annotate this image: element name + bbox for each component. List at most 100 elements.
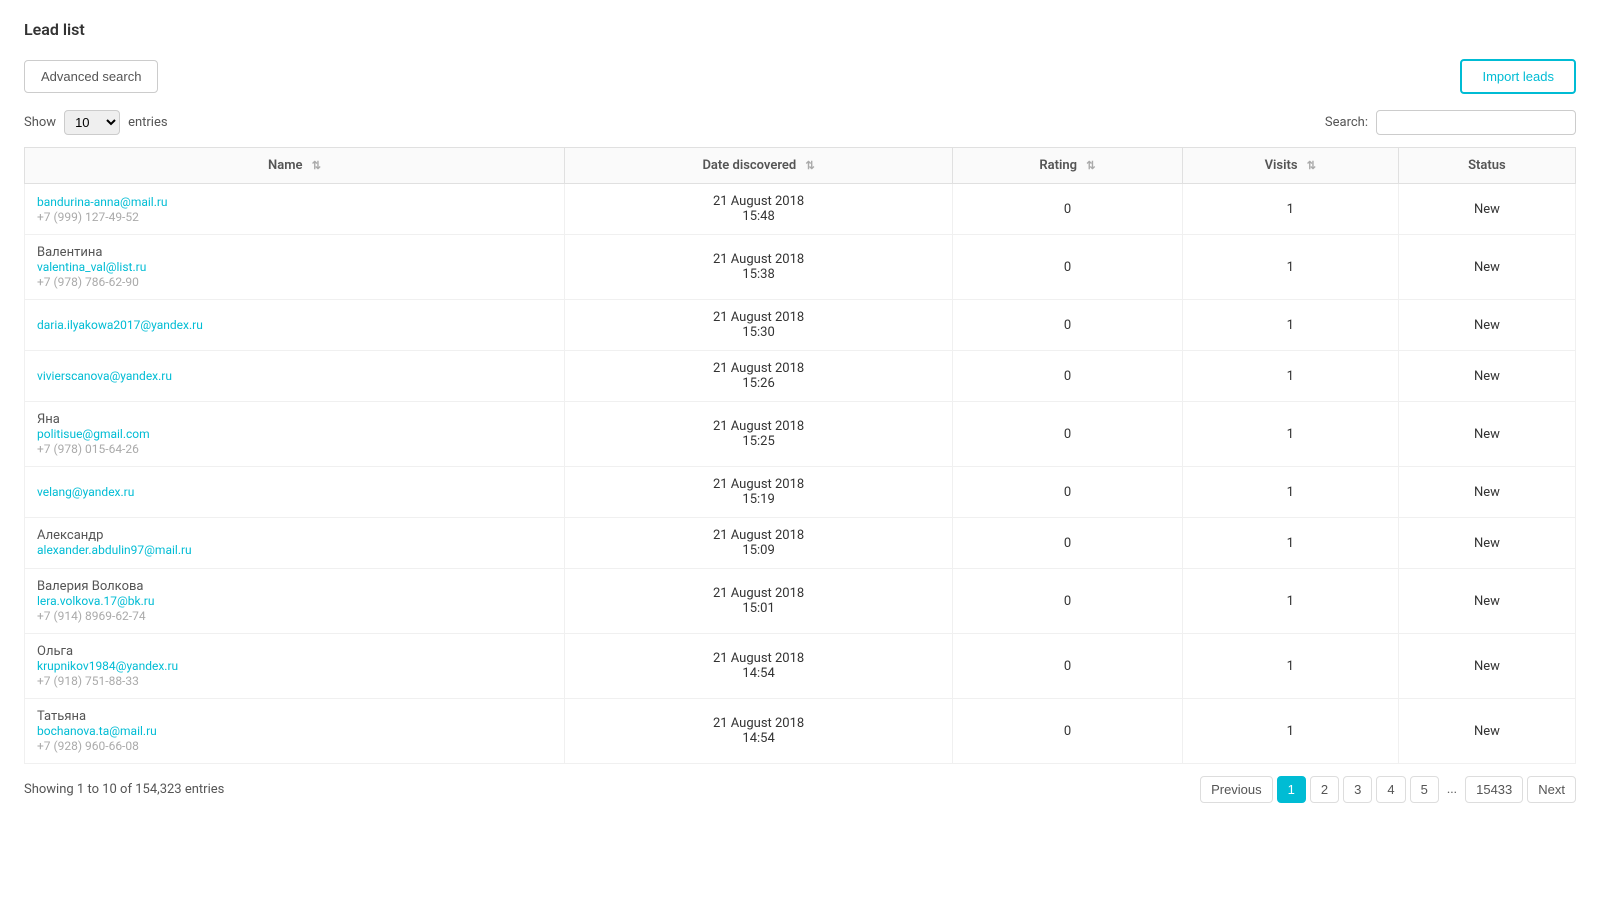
- import-leads-button[interactable]: Import leads: [1460, 59, 1576, 94]
- cell-date-7: 21 August 201815:01: [564, 569, 952, 634]
- cell-date-3: 21 August 201815:26: [564, 351, 952, 402]
- table-row[interactable]: bandurina-anna@mail.ru+7 (999) 127-49-52…: [25, 184, 1576, 235]
- table-row[interactable]: Янаpolitisue@gmail.com+7 (978) 015-64-26…: [25, 402, 1576, 467]
- table-row[interactable]: Валерия Волковаlera.volkova.17@bk.ru+7 (…: [25, 569, 1576, 634]
- search-input[interactable]: [1376, 110, 1576, 135]
- cell-rating-4: 0: [953, 402, 1183, 467]
- lead-email[interactable]: vivierscanova@yandex.ru: [37, 369, 172, 383]
- pagination-next[interactable]: Next: [1527, 776, 1576, 803]
- lead-email[interactable]: bandurina-anna@mail.ru: [37, 195, 168, 209]
- cell-date-9: 21 August 201814:54: [564, 699, 952, 764]
- lead-name: Татьяна: [37, 709, 552, 724]
- table-row[interactable]: Валентинаvalentina_val@list.ru+7 (978) 7…: [25, 235, 1576, 300]
- lead-email[interactable]: politisue@gmail.com: [37, 427, 150, 441]
- cell-visits-1: 1: [1182, 235, 1398, 300]
- entries-per-page-select[interactable]: 10 25 50 100: [64, 110, 120, 135]
- entries-label: entries: [128, 115, 168, 130]
- cell-status-2: New: [1398, 300, 1575, 351]
- cell-status-3: New: [1398, 351, 1575, 402]
- col-name[interactable]: Name ⇅: [25, 148, 565, 184]
- cell-name-5: velang@yandex.ru: [25, 467, 565, 518]
- cell-rating-2: 0: [953, 300, 1183, 351]
- col-rating[interactable]: Rating ⇅: [953, 148, 1183, 184]
- lead-name: Александр: [37, 528, 552, 543]
- pagination-last[interactable]: 15433: [1465, 776, 1523, 803]
- cell-rating-9: 0: [953, 699, 1183, 764]
- lead-name: Ольга: [37, 644, 552, 659]
- cell-visits-9: 1: [1182, 699, 1398, 764]
- table-row[interactable]: vivierscanova@yandex.ru 21 August 201815:…: [25, 351, 1576, 402]
- show-label: Show: [24, 115, 56, 130]
- col-status: Status: [1398, 148, 1575, 184]
- cell-date-6: 21 August 201815:09: [564, 518, 952, 569]
- sort-icon-visits: ⇅: [1307, 159, 1316, 172]
- lead-email[interactable]: bochanova.ta@mail.ru: [37, 724, 157, 738]
- cell-visits-8: 1: [1182, 634, 1398, 699]
- sort-icon-date: ⇅: [805, 159, 814, 172]
- cell-status-4: New: [1398, 402, 1575, 467]
- lead-email[interactable]: velang@yandex.ru: [37, 485, 134, 499]
- table-row[interactable]: daria.ilyakowa2017@yandex.ru 21 August 20…: [25, 300, 1576, 351]
- pagination-page-2[interactable]: 2: [1310, 776, 1339, 803]
- cell-name-4: Янаpolitisue@gmail.com+7 (978) 015-64-26: [25, 402, 565, 467]
- lead-phone: +7 (918) 751-88-33: [37, 674, 552, 688]
- cell-status-7: New: [1398, 569, 1575, 634]
- cell-status-6: New: [1398, 518, 1575, 569]
- advanced-search-button[interactable]: Advanced search: [24, 60, 158, 93]
- lead-phone: +7 (978) 015-64-26: [37, 442, 552, 456]
- cell-rating-5: 0: [953, 467, 1183, 518]
- cell-visits-2: 1: [1182, 300, 1398, 351]
- table-row[interactable]: Татьянаbochanova.ta@mail.ru+7 (928) 960-…: [25, 699, 1576, 764]
- cell-date-4: 21 August 201815:25: [564, 402, 952, 467]
- search-label: Search:: [1325, 115, 1368, 130]
- table-body: bandurina-anna@mail.ru+7 (999) 127-49-52…: [25, 184, 1576, 764]
- cell-rating-7: 0: [953, 569, 1183, 634]
- cell-date-1: 21 August 201815:38: [564, 235, 952, 300]
- pagination-page-4[interactable]: 4: [1376, 776, 1405, 803]
- cell-status-0: New: [1398, 184, 1575, 235]
- page-title: Lead list: [24, 20, 1576, 39]
- toolbar: Advanced search Import leads: [24, 59, 1576, 94]
- cell-rating-3: 0: [953, 351, 1183, 402]
- pagination-ellipsis: ...: [1443, 777, 1461, 802]
- lead-email[interactable]: lera.volkova.17@bk.ru: [37, 594, 154, 608]
- lead-name: Валентина: [37, 245, 552, 260]
- pagination-page-1[interactable]: 1: [1277, 776, 1306, 803]
- lead-email[interactable]: daria.ilyakowa2017@yandex.ru: [37, 318, 203, 332]
- cell-visits-5: 1: [1182, 467, 1398, 518]
- pagination: Previous 1 2 3 4 5 ... 15433 Next: [1200, 776, 1576, 803]
- cell-status-9: New: [1398, 699, 1575, 764]
- table-row[interactable]: Александрalexander.abdulin97@mail.ru 21 A…: [25, 518, 1576, 569]
- lead-phone: +7 (978) 786-62-90: [37, 275, 552, 289]
- pagination-page-5[interactable]: 5: [1410, 776, 1439, 803]
- lead-phone: +7 (928) 960-66-08: [37, 739, 552, 753]
- lead-email[interactable]: krupnikov1984@yandex.ru: [37, 659, 178, 673]
- cell-name-1: Валентинаvalentina_val@list.ru+7 (978) 7…: [25, 235, 565, 300]
- cell-visits-6: 1: [1182, 518, 1398, 569]
- lead-name: Валерия Волкова: [37, 579, 552, 594]
- cell-date-8: 21 August 201814:54: [564, 634, 952, 699]
- cell-name-2: daria.ilyakowa2017@yandex.ru: [25, 300, 565, 351]
- cell-date-2: 21 August 201815:30: [564, 300, 952, 351]
- table-row[interactable]: Ольгаkrupnikov1984@yandex.ru+7 (918) 751…: [25, 634, 1576, 699]
- cell-rating-1: 0: [953, 235, 1183, 300]
- cell-name-9: Татьянаbochanova.ta@mail.ru+7 (928) 960-…: [25, 699, 565, 764]
- cell-visits-4: 1: [1182, 402, 1398, 467]
- table-footer: Showing 1 to 10 of 154,323 entries Previ…: [24, 776, 1576, 803]
- cell-status-5: New: [1398, 467, 1575, 518]
- cell-status-8: New: [1398, 634, 1575, 699]
- pagination-previous[interactable]: Previous: [1200, 776, 1273, 803]
- table-header: Name ⇅ Date discovered ⇅ Rating ⇅ Visits…: [25, 148, 1576, 184]
- cell-name-0: bandurina-anna@mail.ru+7 (999) 127-49-52: [25, 184, 565, 235]
- pagination-page-3[interactable]: 3: [1343, 776, 1372, 803]
- lead-email[interactable]: alexander.abdulin97@mail.ru: [37, 543, 192, 557]
- leads-table: Name ⇅ Date discovered ⇅ Rating ⇅ Visits…: [24, 147, 1576, 764]
- col-date-discovered[interactable]: Date discovered ⇅: [564, 148, 952, 184]
- col-visits[interactable]: Visits ⇅: [1182, 148, 1398, 184]
- cell-rating-8: 0: [953, 634, 1183, 699]
- lead-name: Яна: [37, 412, 552, 427]
- cell-name-3: vivierscanova@yandex.ru: [25, 351, 565, 402]
- table-row[interactable]: velang@yandex.ru21 August 201815:1901New: [25, 467, 1576, 518]
- lead-email[interactable]: valentina_val@list.ru: [37, 260, 146, 274]
- table-controls: Show 10 25 50 100 entries Search:: [24, 110, 1576, 135]
